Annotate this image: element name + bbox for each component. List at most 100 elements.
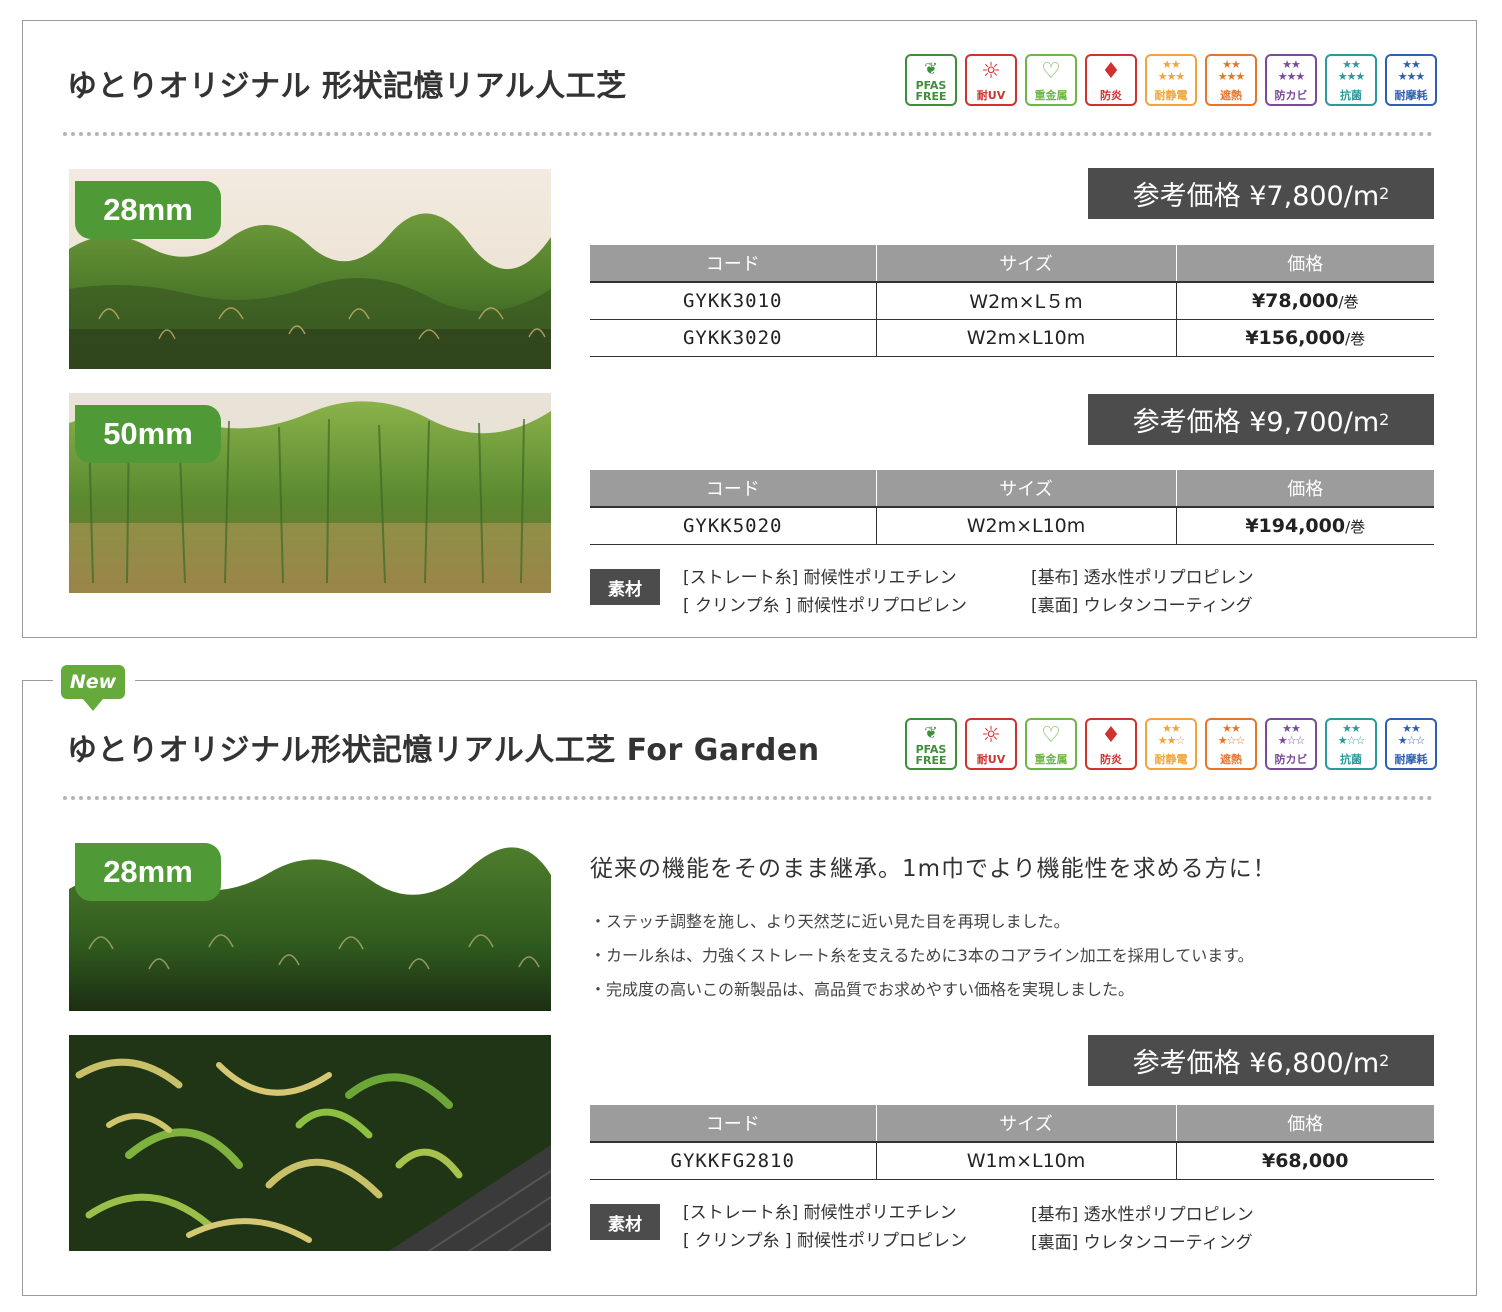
icon-glyph: ♡ [1041,59,1061,84]
material-line: [基布] 透水性ポリプロピレン [1031,1205,1254,1225]
price-value: ¥194,000 [1245,514,1346,537]
antistatic-icon: ★★ ★★★ 耐静電 [1145,54,1197,106]
product-panel-2: New ゆとりオリジナル形状記憶リアル人工芝 For Garden ❦ PFAS … [22,665,1477,1296]
uv-icon: ☼ 耐UV [965,54,1017,106]
rating-stars: ★★ ★★★ [1337,58,1366,83]
material-line: [裏面] ウレタンコーティング [1031,1233,1253,1253]
icon-label: PFAS FREE [915,79,947,103]
flame-icon: ♦ 防炎 [1085,718,1137,770]
icon-label: 重金属 [1034,753,1068,766]
col-header-size: サイズ [875,1105,1176,1143]
heavy-metal-icon: ♡ 重金属 [1025,718,1077,770]
price-unit: /巻 [1345,517,1366,536]
icon-glyph: ☼ [981,59,1001,84]
antimold-icon: ★★ ★★★ 防カビ [1265,54,1317,106]
icon-glyph: ♦ [1101,723,1121,748]
turf-photo-28mm: 28mm [69,829,551,1011]
icon-glyph: ♡ [1041,723,1061,748]
col-header-size: サイズ [875,245,1176,283]
icon-label: 遮熱 [1220,753,1242,766]
col-header-code: コード [590,470,876,508]
reference-price-text: 参考価格 ¥9,700/m [1132,407,1380,438]
rating-stars: ★★ ★★☆ [1157,722,1186,747]
table-row: GYKKFG2810 W1m×L10m ¥68,000 [590,1142,1434,1180]
reference-price-text: 参考価格 ¥7,800/m [1132,181,1380,212]
abrasion-icon: ★★ ★☆☆ 耐摩耗 [1385,718,1437,770]
product-size: W1m×L10m [875,1142,1176,1180]
icon-label: 抗菌 [1340,89,1362,102]
antibacterial-icon: ★★ ★☆☆ 抗菌 [1325,718,1377,770]
product-price: ¥194,000/巻 [1175,507,1434,545]
new-badge: New [61,665,125,711]
icon-label: 遮熱 [1220,89,1242,102]
feature-bullets: ・ステッチ調整を施し、より天然芝に近い見た目を再現しました。 ・カール糸は、力強… [590,905,1254,1007]
col-header-size: サイズ [875,470,1176,508]
col-header-price: 価格 [1175,1105,1434,1143]
turf-closeup-photo [69,1035,551,1251]
rating-stars: ★★ ★★★ [1157,58,1186,83]
turf-photo-50mm: 50mm [69,393,551,593]
flame-icon: ♦ 防炎 [1085,54,1137,106]
pile-height-tag: 28mm [71,181,225,243]
table-row: GYKK5020 W2m×L10m ¥194,000/巻 [590,507,1434,545]
price-value: ¥156,000 [1245,326,1346,349]
turf-photo-28mm: 28mm [69,169,551,369]
antistatic-icon: ★★ ★★☆ 耐静電 [1145,718,1197,770]
icon-label: 耐静電 [1154,753,1188,766]
col-header-price: 価格 [1175,245,1434,283]
antimold-icon: ★★ ★☆☆ 防カビ [1265,718,1317,770]
icon-label: 耐UV [976,89,1006,102]
icon-label: 耐摩耗 [1394,89,1428,102]
material-line: [ストレート糸] 耐候性ポリエチレン [683,568,957,588]
uv-icon: ☼ 耐UV [965,718,1017,770]
reference-price-badge: 参考価格 ¥9,700/m 2 [1088,394,1434,445]
rating-stars: ★★ ★★★ [1397,58,1426,83]
product-code: GYKK5020 [590,507,876,545]
pile-height-tag: 28mm [71,843,225,905]
material-line: [ストレート糸] 耐候性ポリエチレン [683,1203,957,1223]
material-label: 素材 [590,1204,660,1240]
icon-label: PFAS FREE [915,743,947,767]
material-line: [裏面] ウレタンコーティング [1031,596,1253,616]
spec-table: コード サイズ 価格 GYKKFG2810 W1m×L10m ¥68,000 [590,1105,1434,1180]
pfas-free-icon: ❦ PFAS FREE [905,54,957,106]
product-title: ゆとりオリジナル 形状記憶リアル人工芝 [67,69,627,104]
price-unit: /巻 [1338,292,1359,311]
product-price: ¥68,000 [1175,1142,1434,1180]
heavy-metal-icon: ♡ 重金属 [1025,54,1077,106]
material-line: [ クリンプ糸 ] 耐候性ポリプロピレン [683,596,967,616]
reference-price-badge: 参考価格 ¥7,800/m 2 [1088,168,1434,219]
feature-bullet: ・カール糸は、力強くストレート糸を支えるために3本のコアライン加工を採用していま… [590,946,1254,965]
feature-bullet: ・完成度の高いこの新製品は、高品質でお求めやすい価格を実現しました。 [590,980,1135,999]
material-backing: [基布] 透水性ポリプロピレン [裏面] ウレタンコーティング [1031,564,1254,620]
product-panel-1: ゆとりオリジナル 形状記憶リアル人工芝 ❦ PFAS FREE ☼ 耐UV ♡ 重金属 ♦ 防… [22,20,1477,638]
rating-stars: ★★ ★☆☆ [1277,722,1306,747]
spec-table: コード サイズ 価格 GYKK3010 W2m×L５m ¥78,000/巻 GY… [590,245,1434,357]
pile-height-tag: 50mm [71,405,225,467]
rating-stars: ★★ ★★★ [1277,58,1306,83]
icon-label: 防カビ [1274,89,1308,102]
product-size: W2m×L10m [875,319,1176,357]
heat-shield-icon: ★★ ★★★ 遮熱 [1205,54,1257,106]
reference-price-badge: 参考価格 ¥6,800/m 2 [1088,1035,1434,1086]
feature-bullet: ・ステッチ調整を施し、より天然芝に近い見た目を再現しました。 [590,912,1070,931]
reference-price-text: 参考価格 ¥6,800/m [1132,1048,1380,1079]
pfas-free-icon: ❦ PFAS FREE [905,718,957,770]
product-lead-text: 従来の機能をそのまま継承。1m巾でより機能性を求める方に！ [590,856,1277,882]
product-code: GYKK3020 [590,319,876,357]
material-yarn: [ストレート糸] 耐候性ポリエチレン [ クリンプ糸 ] 耐候性ポリプロピレン [683,1199,967,1255]
leaf-glyph: ❦ [924,723,938,742]
material-line: [基布] 透水性ポリプロピレン [1031,568,1254,588]
dotted-divider [63,132,1433,136]
icon-label: 抗菌 [1340,753,1362,766]
icon-glyph: ☼ [981,723,1001,748]
product-code: GYKKFG2810 [590,1142,876,1180]
material-yarn: [ストレート糸] 耐候性ポリエチレン [ クリンプ糸 ] 耐候性ポリプロピレン [683,564,967,620]
product-code: GYKK3010 [590,282,876,320]
rating-stars: ★★ ★★★ [1217,58,1246,83]
material-backing: [基布] 透水性ポリプロピレン [裏面] ウレタンコーティング [1031,1201,1254,1257]
col-header-code: コード [590,1105,876,1143]
price-value: ¥68,000 [1261,1149,1349,1172]
price-value: ¥78,000 [1251,289,1339,312]
dotted-divider [63,796,1433,800]
